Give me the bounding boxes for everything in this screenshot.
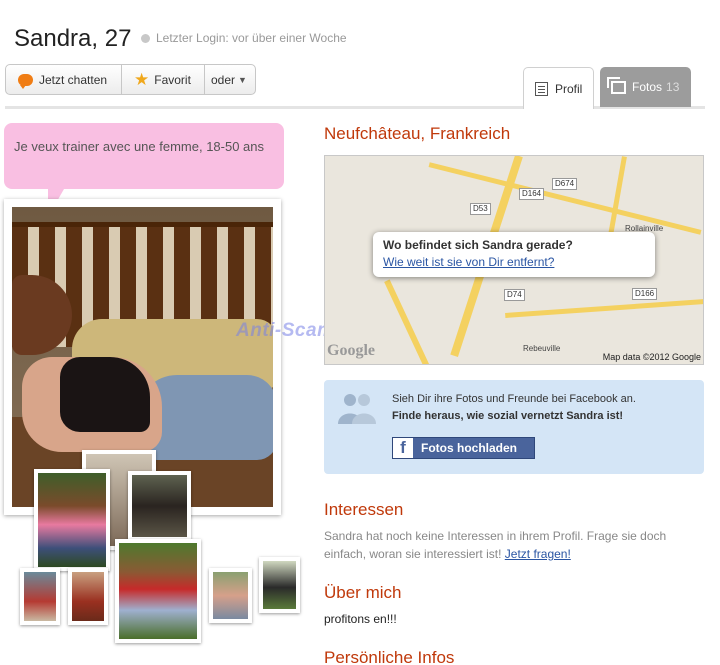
more-dropdown-label: oder (211, 72, 236, 87)
chevron-down-icon: ▼ (238, 74, 247, 85)
facebook-text-2: Finde heraus, wie sozial vernetzt Sandra… (392, 410, 624, 422)
about-text: profitons en!!! (324, 612, 397, 626)
location-map[interactable]: D164 D674 D53 D74 D166 Rollainville Rebe… (324, 155, 704, 365)
photo-thumbnail[interactable] (115, 539, 201, 643)
map-town-label: Rebeuville (523, 344, 561, 353)
ask-now-link[interactable]: Jetzt fragen! (505, 547, 571, 561)
interests-title: Interessen (324, 500, 404, 519)
map-road-label: D166 (632, 288, 658, 300)
last-login-text: Letzter Login: vor über einer Woche (156, 31, 347, 45)
location-title: Neufchâteau, Frankreich (324, 124, 511, 143)
chat-bubble-icon (18, 73, 33, 89)
action-bar: Jetzt chatten ★ Favorit oder ▼ (5, 64, 256, 95)
chat-button-label: Jetzt chatten (39, 72, 108, 87)
people-icon (338, 394, 376, 424)
tab-fotos-label: Fotos (632, 80, 663, 94)
profile-name-age: Sandra, 27 (14, 25, 132, 52)
facebook-upload-label: Fotos hochladen (421, 441, 517, 455)
map-info-popup: Wo befindet sich Sandra gerade? Wie weit… (373, 232, 655, 277)
favorite-button-label: Favorit (154, 72, 191, 87)
facebook-icon: f (393, 438, 413, 458)
tab-fotos-count: 13 (666, 80, 680, 94)
map-attribution: Map data ©2012 Google (602, 352, 701, 362)
interests-body: Sandra hat noch keine Interessen in ihre… (324, 529, 667, 561)
photo-thumbnail[interactable] (128, 471, 191, 541)
photo-thumbnail[interactable] (20, 568, 60, 625)
online-status-icon (141, 34, 150, 43)
photo-thumbnail[interactable] (209, 568, 252, 623)
photo-thumbnail[interactable] (68, 568, 108, 625)
star-icon: ★ (134, 70, 150, 89)
favorite-button[interactable]: ★ Favorit (122, 65, 205, 94)
google-logo: Google (327, 342, 375, 359)
interests-text: Sandra hat noch keine Interessen in ihre… (324, 527, 699, 563)
photo-thumbnail[interactable] (34, 469, 110, 571)
map-road-label: D74 (504, 289, 525, 301)
more-dropdown[interactable]: oder ▼ (205, 65, 255, 94)
facebook-text-1: Sieh Dir ihre Fotos und Freunde bei Face… (392, 393, 636, 405)
personal-info-title: Persönliche Infos (324, 648, 455, 665)
map-road-label: D53 (470, 203, 491, 215)
profile-card-icon (535, 81, 548, 96)
map-road-label: D674 (552, 178, 578, 190)
distance-link[interactable]: Wie weit ist sie von Dir entfernt? (383, 255, 645, 269)
facebook-upload-button[interactable]: f Fotos hochladen (392, 437, 535, 459)
chat-button[interactable]: Jetzt chatten (6, 65, 122, 94)
map-popup-title: Wo befindet sich Sandra gerade? (383, 238, 573, 252)
tab-profil[interactable]: Profil (523, 67, 594, 109)
facebook-box: Sieh Dir ihre Fotos und Freunde bei Face… (324, 380, 704, 474)
map-road-label: D164 (519, 188, 545, 200)
tab-profil-label: Profil (555, 81, 583, 96)
tab-fotos[interactable]: Fotos 13 (600, 67, 691, 107)
status-message-bubble: Je veux trainer avec une femme, 18-50 an… (4, 123, 284, 189)
about-title: Über mich (324, 583, 402, 602)
photos-icon (607, 76, 626, 94)
photo-thumbnail[interactable] (259, 557, 300, 613)
